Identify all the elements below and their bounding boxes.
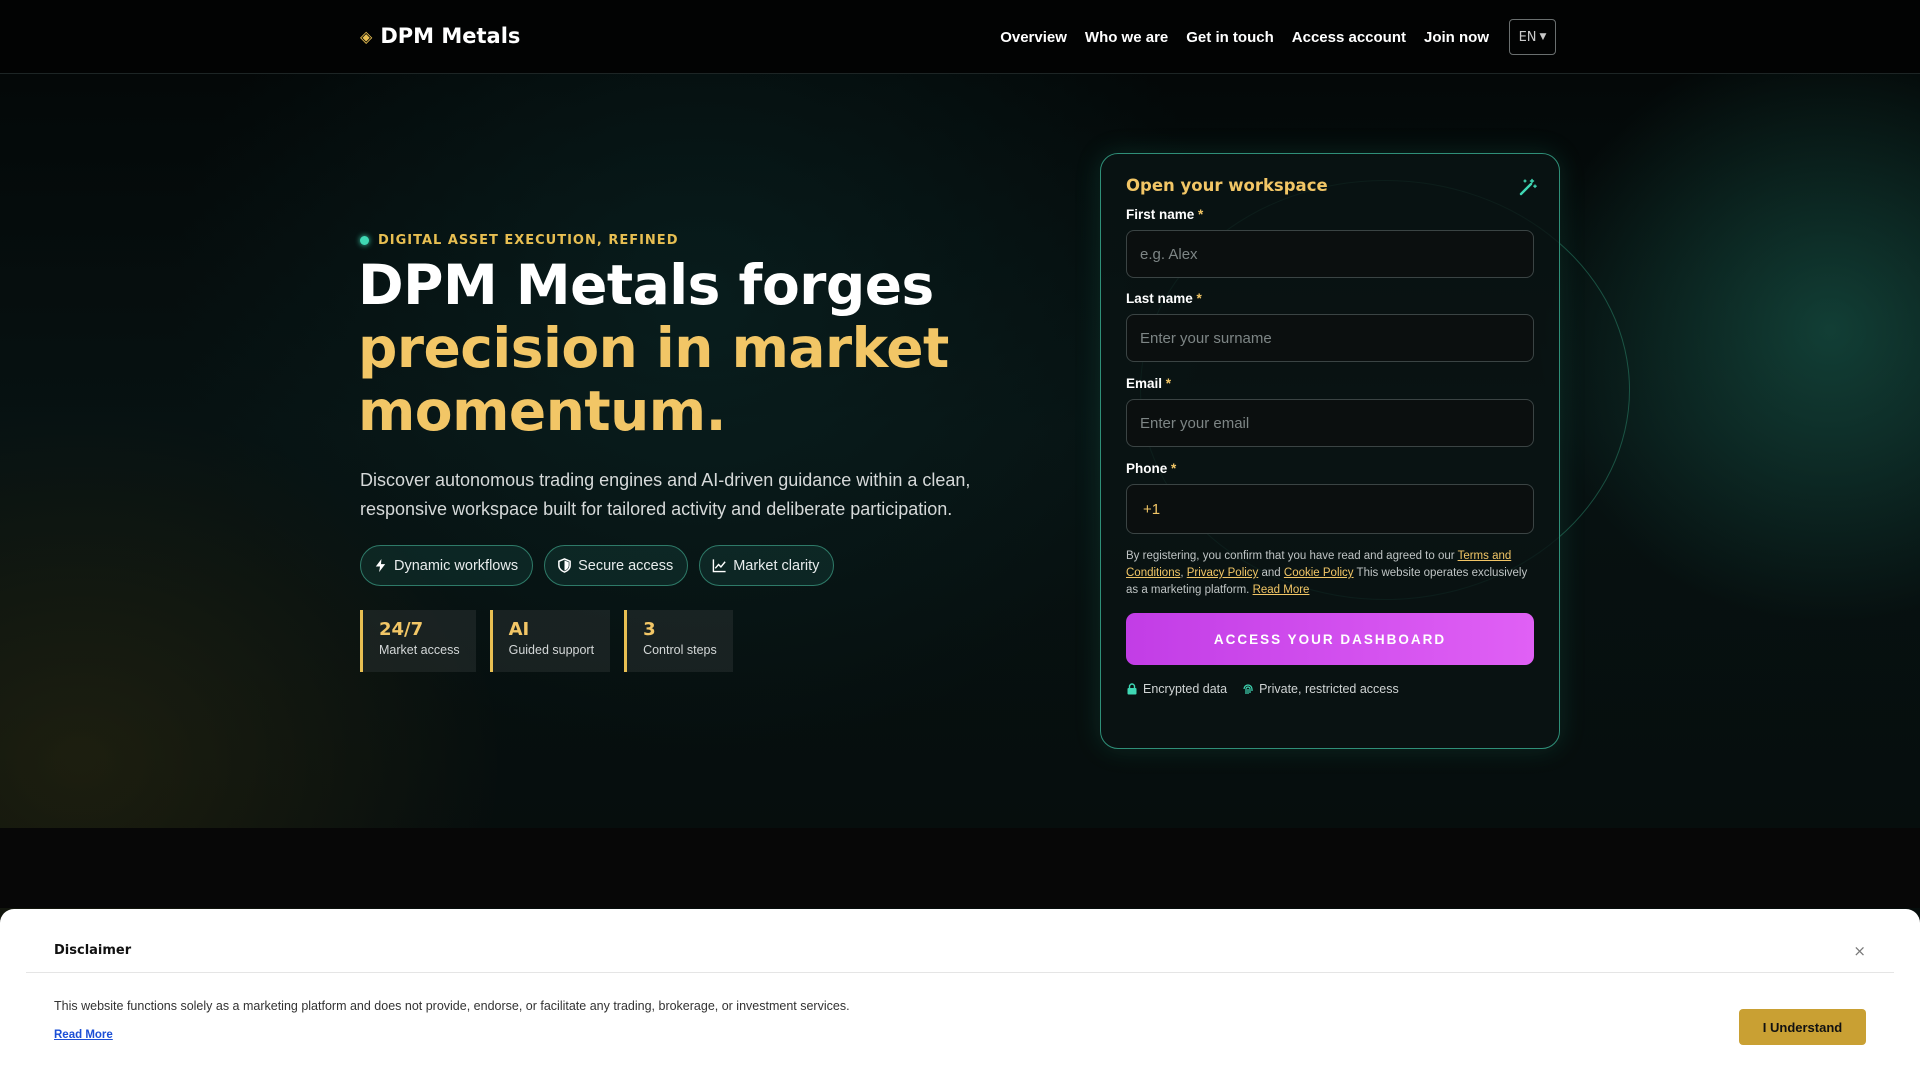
- pill-label: Dynamic workflows: [394, 557, 519, 574]
- close-icon[interactable]: ×: [1853, 942, 1866, 960]
- disclaimer-read-more-link[interactable]: Read More: [54, 1029, 113, 1041]
- headline-line-1: DPM Metals forges: [358, 253, 934, 317]
- stat-value: 3: [643, 619, 656, 640]
- email-input[interactable]: [1126, 399, 1534, 447]
- stat-guided-support: AI Guided support: [489, 610, 611, 672]
- last-name-input[interactable]: [1126, 314, 1534, 362]
- magic-wand-icon: [1519, 178, 1537, 196]
- nav-who-we-are[interactable]: Who we are: [1085, 29, 1168, 46]
- email-label: Email *: [1126, 376, 1172, 391]
- trust-encrypted: Encrypted data: [1126, 682, 1227, 696]
- language-select[interactable]: EN ▼: [1509, 19, 1556, 55]
- disclaimer-banner: Disclaimer × This website functions sole…: [0, 909, 1920, 1080]
- stat-label: Market access: [379, 643, 460, 657]
- eyebrow-text: DIGITAL ASSET EXECUTION, REFINED: [378, 233, 679, 248]
- headline-line-2: precision in market: [358, 316, 949, 380]
- stat-label: Guided support: [508, 643, 595, 657]
- stat-control-steps: 3 Control steps: [624, 610, 733, 672]
- legal-read-more-link[interactable]: Read More: [1253, 584, 1310, 596]
- cookie-link[interactable]: Cookie Policy: [1284, 567, 1354, 579]
- pill-market-clarity: Market clarity: [699, 545, 835, 586]
- trust-private: Private, restricted access: [1242, 682, 1399, 696]
- hero-stats: 24/7 Market access AI Guided support 3 C…: [360, 610, 733, 672]
- language-value: EN: [1518, 29, 1537, 45]
- headline-line-3: momentum.: [358, 379, 727, 443]
- site-header: ◈ DPM Metals Overview Who we are Get in …: [0, 0, 1920, 74]
- trust-badges: Encrypted data Private, restricted acces…: [1126, 682, 1534, 696]
- bolt-icon: [375, 558, 386, 573]
- i-understand-button[interactable]: I Understand: [1739, 1009, 1866, 1045]
- pill-dynamic-workflows: Dynamic workflows: [360, 545, 534, 586]
- main-nav: Overview Who we are Get in touch Access …: [1000, 19, 1556, 55]
- form-title: Open your workspace: [1126, 176, 1328, 195]
- stat-label: Control steps: [643, 643, 717, 657]
- diamond-icon: ◈: [360, 26, 373, 46]
- hero-headline: DPM Metals forges precision in market mo…: [358, 254, 949, 443]
- pill-label: Secure access: [578, 557, 674, 574]
- brand-logo[interactable]: ◈ DPM Metals: [360, 24, 520, 48]
- lock-icon: [1127, 683, 1137, 695]
- status-dot-icon: [360, 236, 369, 245]
- legal-notice: By registering, you confirm that you hav…: [1126, 550, 1528, 596]
- phone-input[interactable]: [1166, 485, 1533, 533]
- hero-eyebrow: DIGITAL ASSET EXECUTION, REFINED: [360, 233, 678, 248]
- pill-label: Market clarity: [733, 557, 820, 574]
- fingerprint-icon: [1243, 684, 1253, 694]
- disclaimer-title: Disclaimer: [54, 943, 132, 958]
- stat-market-access: 24/7 Market access: [360, 610, 476, 672]
- phone-field: +1: [1126, 484, 1534, 534]
- nav-get-in-touch[interactable]: Get in touch: [1186, 29, 1274, 46]
- stat-value: AI: [508, 619, 530, 640]
- brand-name: DPM Metals: [380, 24, 521, 48]
- disclaimer-text: This website functions solely as a marke…: [54, 999, 850, 1013]
- nav-access-account[interactable]: Access account: [1292, 29, 1406, 46]
- hero-lead: Discover autonomous trading engines and …: [360, 470, 971, 519]
- chart-icon: [712, 559, 726, 573]
- nav-overview[interactable]: Overview: [1000, 29, 1067, 46]
- last-name-label: Last name *: [1126, 291, 1202, 306]
- access-dashboard-button[interactable]: ACCESS YOUR DASHBOARD: [1126, 613, 1534, 665]
- phone-prefix[interactable]: +1: [1143, 501, 1160, 518]
- privacy-link[interactable]: Privacy Policy: [1187, 567, 1259, 579]
- registration-form: Open your workspace First name * Last na…: [1100, 153, 1560, 749]
- shield-icon: [558, 558, 571, 573]
- lower-section: [0, 828, 1920, 908]
- feature-pills: Dynamic workflows Secure access Market c…: [360, 545, 835, 586]
- nav-join-now[interactable]: Join now: [1424, 29, 1489, 46]
- pill-secure-access: Secure access: [544, 545, 689, 586]
- disclaimer-divider: [26, 972, 1894, 973]
- phone-label: Phone *: [1126, 461, 1177, 476]
- first-name-label: First name *: [1126, 207, 1204, 222]
- first-name-input[interactable]: [1126, 230, 1534, 278]
- chevron-down-icon: ▼: [1539, 32, 1547, 42]
- stat-value: 24/7: [379, 619, 424, 640]
